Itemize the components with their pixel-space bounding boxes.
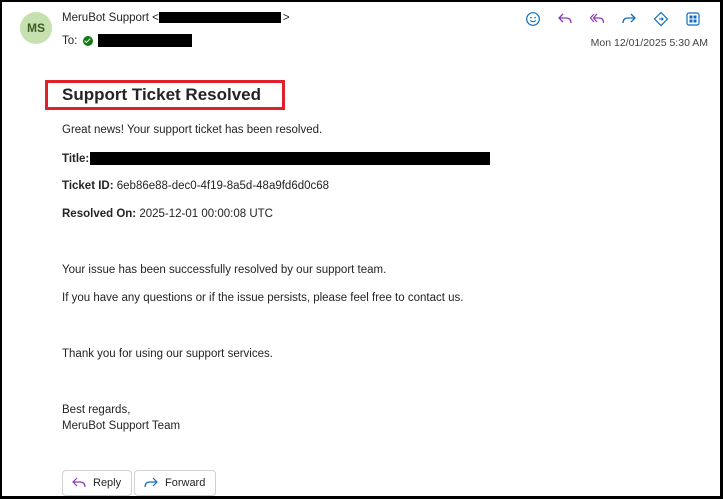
reply-button-label: Reply [93,477,122,489]
forward-button[interactable]: Forward [134,470,217,496]
title-label: Title: [62,152,90,165]
contact-text: If you have any questions or if the issu… [62,292,464,304]
sender-suffix: > [282,12,290,24]
recipient-line: To: [62,34,193,47]
redacted-recipient[interactable] [98,34,193,47]
signature-text: MeruBot Support Team [62,420,181,432]
sender-line[interactable]: MeruBot Support < > [62,12,290,24]
forward-icon [144,477,158,488]
apps-button[interactable] [680,10,706,28]
forward-icon [622,13,636,24]
received-datetime: Mon 12/01/2025 5:30 AM [590,37,708,49]
intro-text: Great news! Your support ticket has been… [62,124,323,136]
thanks-text: Thank you for using our support services… [62,348,273,360]
reply-icon [558,13,572,24]
reply-icon [72,477,86,488]
to-label: To: [62,34,78,47]
reply-toolbar-button[interactable] [552,10,578,28]
ticket-id-row: Ticket ID: 6eb86e88-dec0-4f19-8a5d-48a9f… [62,180,329,192]
ticket-id-label: Ticket ID: [62,180,114,192]
sender-name: MeruBot Support < [62,12,159,24]
avatar-initials: MS [27,21,45,35]
reply-all-icon [589,13,605,24]
email-heading: Support Ticket Resolved [45,80,285,110]
teams-share-icon [653,11,669,27]
closing-text: Best regards, [62,404,131,416]
reply-button[interactable]: Reply [62,470,133,496]
title-row: Title: [62,152,491,165]
emoji-button[interactable] [520,10,546,28]
redacted-sender-email [158,12,281,24]
resolution-text: Your issue has been successfully resolve… [62,264,387,276]
sender-avatar[interactable]: MS [20,12,52,44]
forward-toolbar-button[interactable] [616,10,642,28]
verified-check-icon [83,35,94,46]
redacted-ticket-title [90,152,491,165]
forward-button-label: Forward [165,477,206,489]
resolved-on-row: Resolved On: 2025-12-01 00:00:08 UTC [62,208,273,220]
resolved-on-value: 2025-12-01 00:00:08 UTC [139,208,273,220]
resolved-on-label: Resolved On: [62,208,137,220]
emoji-icon [526,12,540,26]
email-reading-pane: MS MeruBot Support < > To: Mon 12/01/2025… [0,0,723,499]
share-to-teams-button[interactable] [648,10,674,28]
apps-icon [686,12,700,26]
message-toolbar [520,10,706,28]
ticket-id-value: 6eb86e88-dec0-4f19-8a5d-48a9fd6d0c68 [116,180,330,192]
reply-all-toolbar-button[interactable] [584,10,610,28]
